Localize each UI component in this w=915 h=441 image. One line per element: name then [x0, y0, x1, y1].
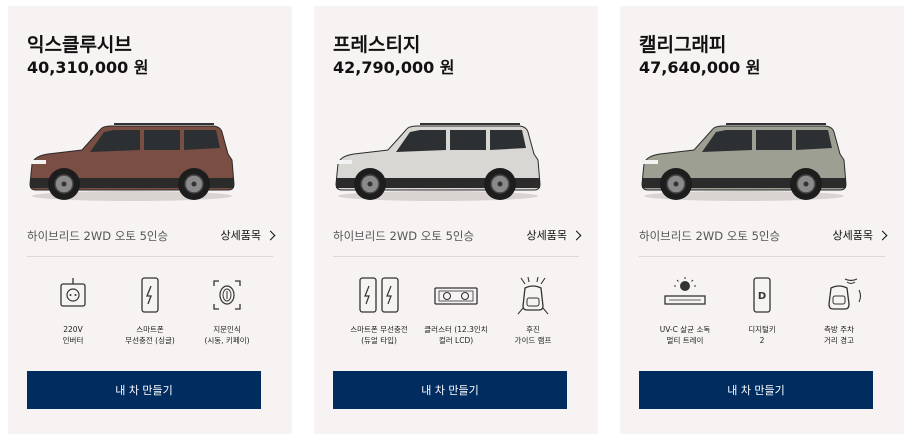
detail-items-label: 상세품목: [832, 229, 873, 242]
trim-price: 47,640,000 원: [639, 58, 761, 77]
feature-label: 220V 인버터: [62, 325, 84, 345]
cluster-display-icon: [434, 287, 478, 305]
feature-dual-wireless-charging: 스마트폰 무선충전 (듀얼 타입): [339, 276, 419, 345]
detail-items-label: 상세품목: [220, 229, 261, 242]
trim-card-prestige: 프레스티지 42,790,000 원 하이브리드 2WD 오토 5인승 상세품목…: [314, 6, 598, 434]
uvc-sterilizer-tray-icon: [664, 277, 706, 305]
feature-label: 클러스터 (12.3인치 컬러 LCD): [424, 325, 488, 345]
trim-spec: 하이브리드 2WD 오토 5인승: [639, 229, 781, 243]
feature-label: 측방 주차 거리 경고: [824, 325, 854, 345]
car-window: [144, 130, 180, 150]
car-headlamp: [642, 160, 658, 164]
power-outlet-icon: [60, 278, 86, 307]
trim-price: 40,310,000 원: [27, 58, 149, 77]
feature-cluster: 클러스터 (12.3인치 컬러 LCD): [416, 276, 496, 345]
car-wheel-hub: [367, 181, 373, 187]
car-wheel-hub: [803, 181, 809, 187]
car-wheel-hub: [673, 181, 679, 187]
car-image: [29, 123, 235, 201]
divider: [27, 256, 273, 257]
car-wheel-hub: [61, 181, 67, 187]
detail-items-label: 상세품목: [526, 229, 567, 242]
feature-digital-key: D 디지털키 2: [722, 276, 802, 345]
feature-label: 스마트폰 무선충전 (듀얼 타입): [350, 325, 408, 345]
smartphone-wireless-charging-icon: [141, 277, 159, 313]
chevron-right-icon: [265, 230, 276, 240]
divider: [639, 256, 885, 257]
svg-text:D: D: [758, 291, 766, 302]
car-window: [450, 130, 486, 150]
divider: [333, 256, 579, 257]
trim-price: 42,790,000 원: [333, 58, 455, 77]
detail-items-link[interactable]: 상세품목: [832, 227, 888, 243]
feature-rear-guide-lamp: 후진 가이드 램프: [493, 276, 573, 345]
feature-uvc-tray: UV-C 살균 소독 멀티 트레이: [645, 276, 725, 345]
build-my-car-button[interactable]: 내 차 만들기: [639, 371, 873, 409]
rear-guide-lamp-icon: [517, 276, 549, 315]
feature-label: UV-C 살균 소독 멀티 트레이: [659, 325, 711, 345]
chevron-right-icon: [877, 230, 888, 240]
car-image: [335, 123, 541, 201]
chevron-right-icon: [571, 230, 582, 240]
trim-title: 프레스티지: [333, 34, 421, 56]
feature-wireless-charging: 스마트폰 무선충전 (싱글): [110, 276, 190, 345]
car-headlamp: [30, 160, 46, 164]
feature-label: 지문인식 (시동, 키페이): [204, 325, 250, 345]
feature-label: 스마트폰 무선충전 (싱글): [125, 325, 175, 345]
trim-spec: 하이브리드 2WD 오토 5인승: [333, 229, 475, 243]
feature-label: 후진 가이드 램프: [514, 325, 552, 345]
feature-220v-inverter: 220V 인버터: [33, 276, 113, 345]
feature-fingerprint: 지문인식 (시동, 키페이): [187, 276, 267, 345]
detail-items-link[interactable]: 상세품목: [526, 227, 582, 243]
car-window: [184, 130, 220, 150]
car-headlamp: [336, 160, 352, 164]
build-my-car-button[interactable]: 내 차 만들기: [333, 371, 567, 409]
trim-spec: 하이브리드 2WD 오토 5인승: [27, 229, 169, 243]
side-parking-warning-icon: [828, 278, 862, 310]
car-window: [756, 130, 792, 150]
trim-card-calligraphy: 캘리그래피 47,640,000 원 하이브리드 2WD 오토 5인승 상세품목…: [620, 6, 904, 434]
build-my-car-button[interactable]: 내 차 만들기: [27, 371, 261, 409]
car-wheel-hub: [497, 181, 503, 187]
detail-items-link[interactable]: 상세품목: [220, 227, 276, 243]
feature-side-parking: 측방 주차 거리 경고: [799, 276, 879, 345]
car-wheel-hub: [191, 181, 197, 187]
car-window: [490, 130, 526, 150]
trim-title: 캘리그래피: [639, 34, 727, 56]
digital-key-icon: D: [753, 277, 771, 313]
dual-smartphone-charging-icon: [359, 277, 399, 313]
car-window: [796, 130, 832, 150]
trim-card-exclusive: 익스클루시브 40,310,000 원 하이브리드 2WD 오토 5인승 상세품…: [8, 6, 292, 434]
trim-title: 익스클루시브: [27, 34, 132, 56]
car-image: [641, 123, 847, 201]
fingerprint-icon: [213, 280, 241, 310]
feature-label: 디지털키 2: [748, 325, 776, 345]
